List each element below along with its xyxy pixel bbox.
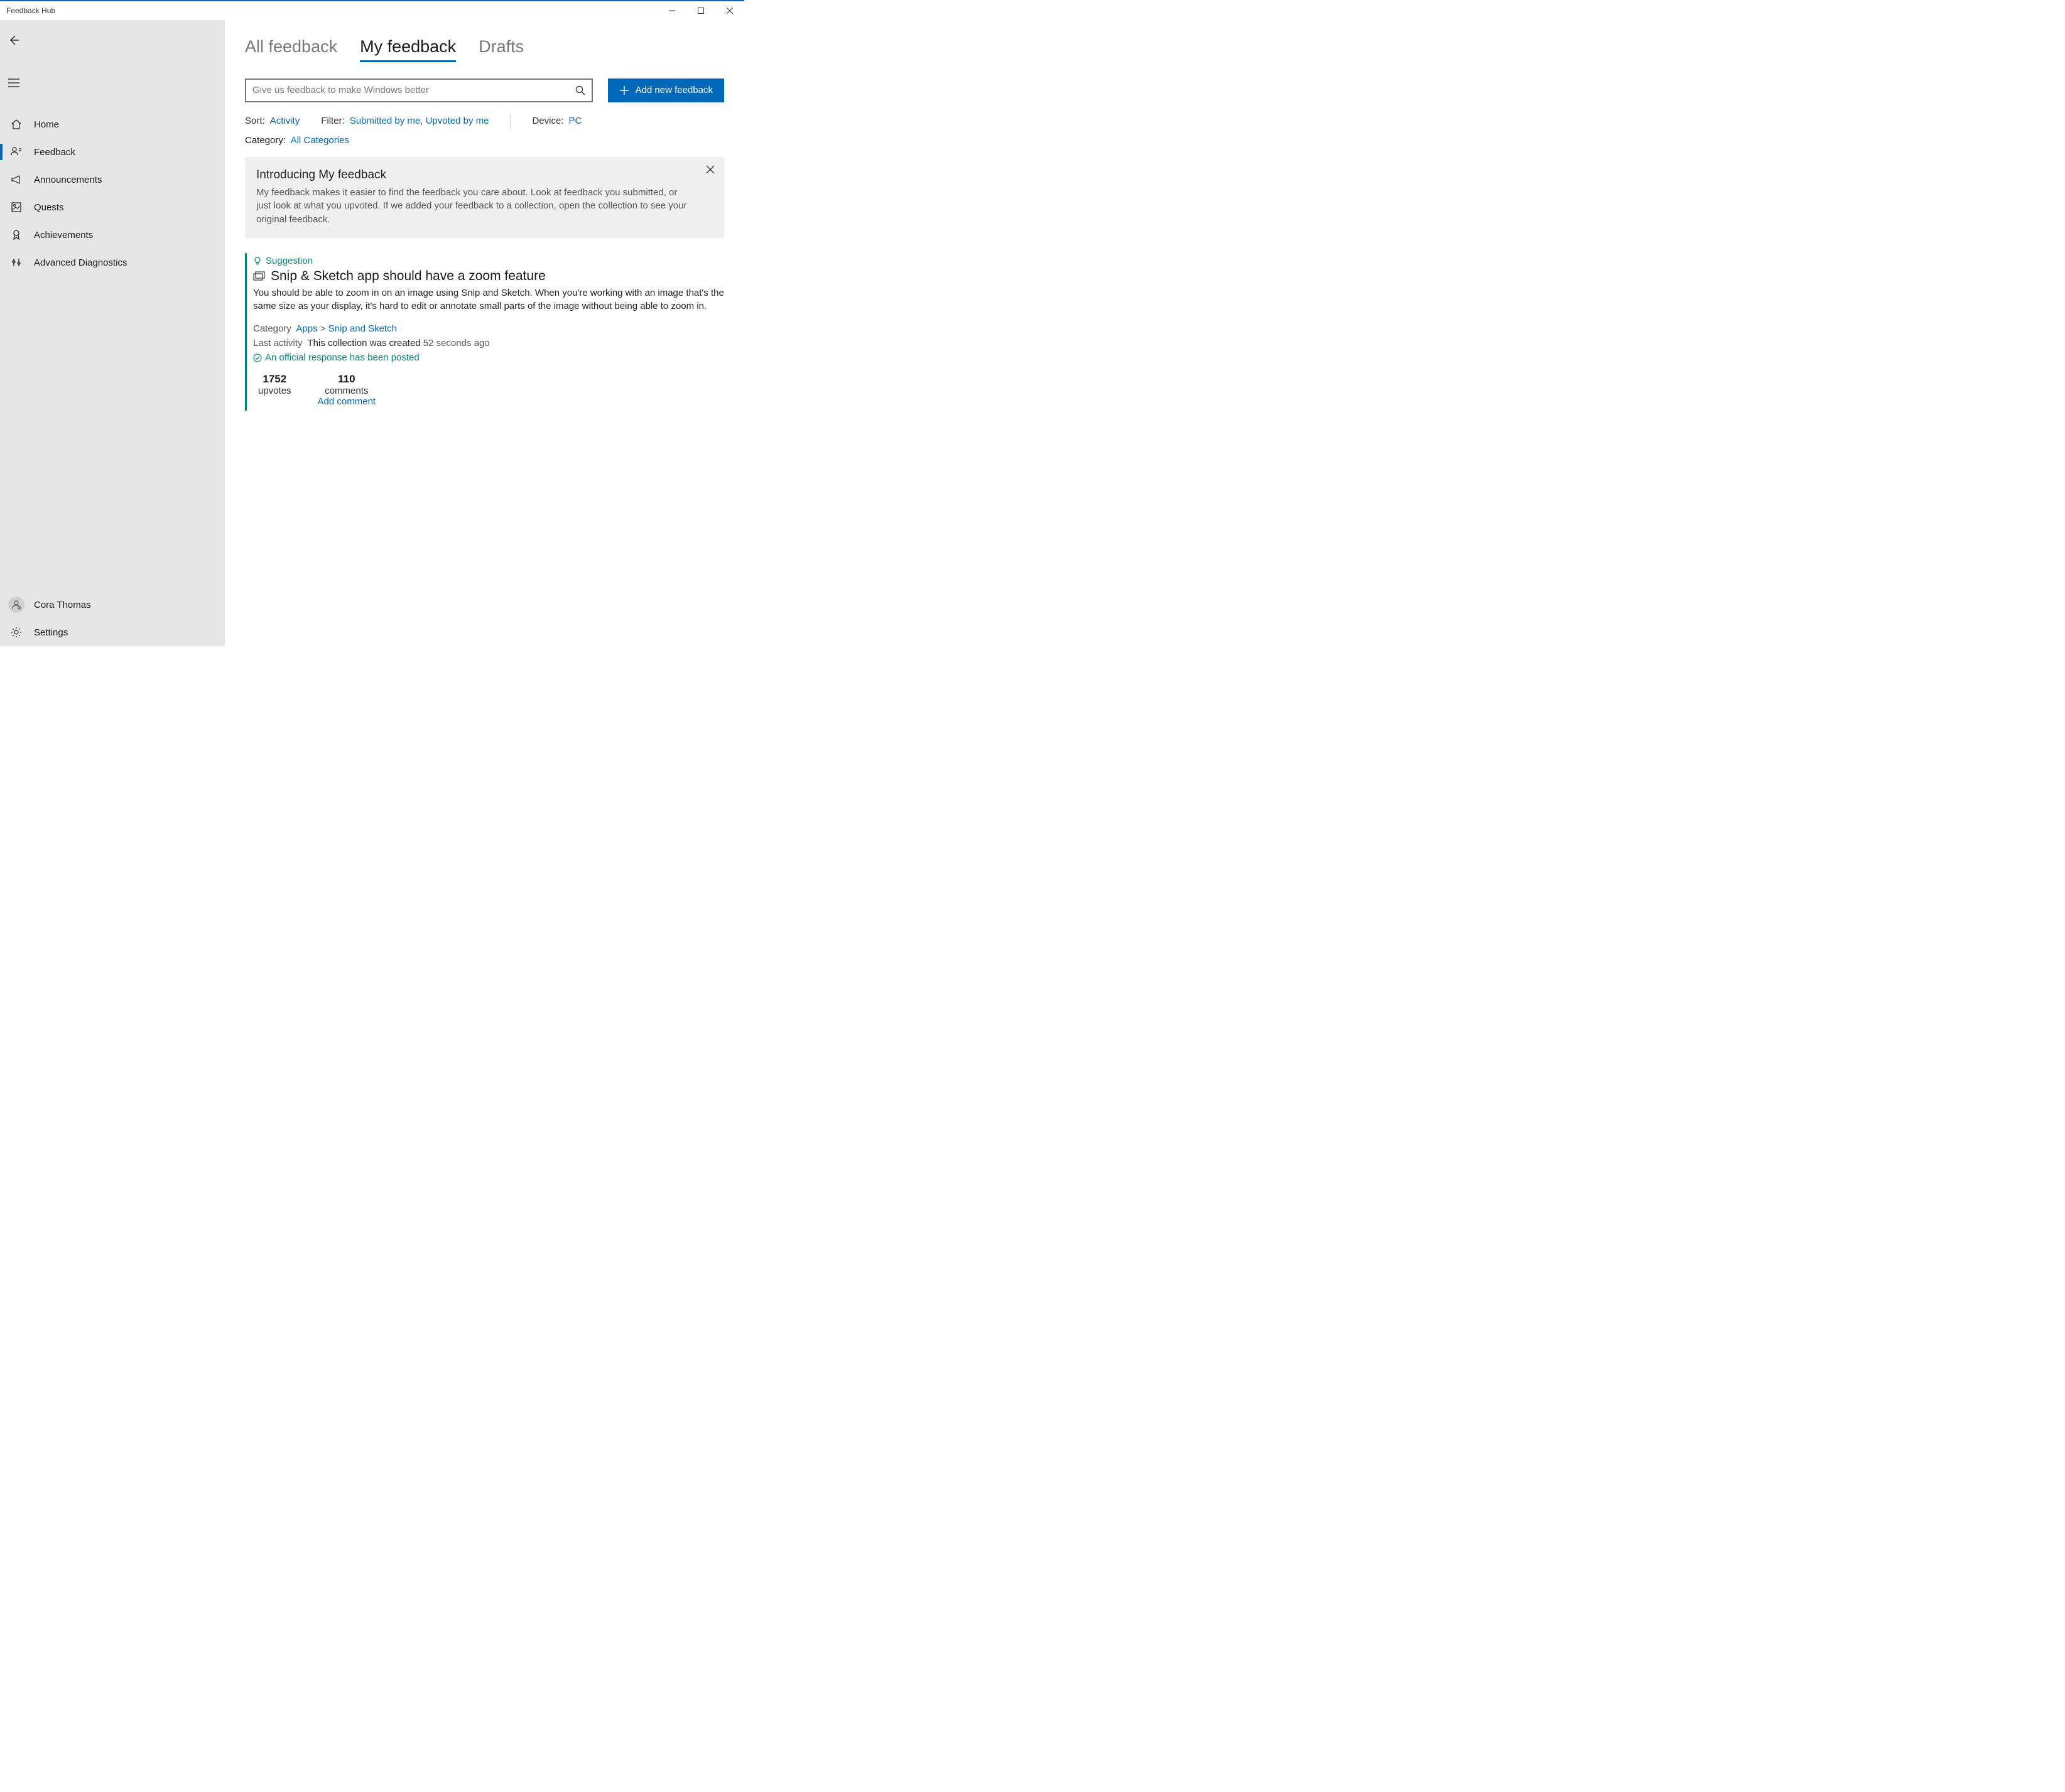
sort-filter[interactable]: Sort: Activity (245, 116, 300, 126)
tab-drafts[interactable]: Drafts (479, 38, 524, 62)
close-icon (706, 165, 715, 174)
official-response-link[interactable]: An official response has been posted (253, 350, 420, 365)
titlebar: Feedback Hub (0, 1, 744, 20)
tabs: All feedback My feedback Drafts (245, 38, 724, 62)
person-icon (11, 600, 21, 610)
device-filter[interactable]: Device: PC (532, 116, 582, 126)
tools-icon (10, 256, 23, 269)
megaphone-icon (10, 173, 23, 186)
feedback-activity-row: Last activity This collection was create… (253, 336, 724, 350)
sidebar-item-label: Announcements (34, 175, 102, 185)
feedback-card[interactable]: Suggestion Snip & Sketch app should have… (245, 253, 724, 411)
sidebar-item-diagnostics[interactable]: Advanced Diagnostics (0, 249, 225, 276)
avatar (8, 596, 24, 613)
back-arrow-icon (8, 35, 19, 46)
upvotes-stat[interactable]: 1752 upvotes (258, 373, 291, 407)
sidebar-item-user[interactable]: Cora Thomas (0, 591, 225, 618)
tab-all-feedback[interactable]: All feedback (245, 38, 337, 62)
ribbon-icon (10, 229, 23, 241)
sidebar: Home Feedback Announcements Quests (0, 20, 225, 646)
close-icon (727, 8, 733, 14)
search-box[interactable] (245, 78, 593, 102)
add-feedback-label: Add new feedback (636, 85, 713, 95)
sidebar-item-announcements[interactable]: Announcements (0, 166, 225, 193)
minimize-icon (669, 8, 675, 14)
main-content: All feedback My feedback Drafts Add new … (225, 20, 744, 646)
filter-separator (510, 115, 511, 127)
gear-icon (10, 626, 23, 639)
sidebar-item-label: Settings (34, 627, 68, 638)
back-button[interactable] (0, 26, 28, 54)
maximize-icon (698, 8, 704, 14)
home-icon (10, 118, 23, 131)
search-icon[interactable] (575, 85, 585, 95)
comments-stat: 110 comments Add comment (318, 373, 376, 407)
app-title: Feedback Hub (0, 6, 55, 15)
sidebar-user-name: Cora Thomas (34, 600, 91, 610)
category-link-apps[interactable]: Apps (296, 323, 317, 334)
search-input[interactable] (252, 85, 575, 95)
info-banner: Introducing My feedback My feedback make… (245, 157, 724, 238)
add-feedback-button[interactable]: Add new feedback (608, 78, 724, 102)
feedback-description: You should be able to zoom in on an imag… (253, 286, 724, 313)
sidebar-item-achievements[interactable]: Achievements (0, 221, 225, 249)
info-title: Introducing My feedback (256, 168, 694, 182)
close-button[interactable] (715, 1, 744, 20)
category-link-snip[interactable]: Snip and Sketch (328, 323, 397, 334)
category-filter[interactable]: Category: All Categories (245, 135, 349, 146)
plus-icon (619, 85, 629, 95)
info-body: My feedback makes it easier to find the … (256, 186, 694, 227)
sidebar-item-home[interactable]: Home (0, 111, 225, 138)
sidebar-item-label: Feedback (34, 147, 75, 158)
minimize-button[interactable] (658, 1, 686, 20)
sidebar-item-feedback[interactable]: Feedback (0, 138, 225, 166)
sidebar-item-settings[interactable]: Settings (0, 618, 225, 646)
filter-filter[interactable]: Filter: Submitted by me, Upvoted by me (321, 116, 489, 126)
sidebar-item-quests[interactable]: Quests (0, 193, 225, 221)
map-icon (10, 201, 23, 213)
lightbulb-icon (253, 256, 262, 265)
feedback-category-row: Category Apps > Snip and Sketch (253, 321, 724, 336)
add-comment-link[interactable]: Add comment (318, 396, 376, 407)
hamburger-icon (8, 78, 19, 87)
sidebar-item-label: Achievements (34, 230, 93, 240)
feedback-title: Snip & Sketch app should have a zoom fea… (271, 269, 546, 284)
maximize-button[interactable] (686, 1, 715, 20)
sidebar-item-label: Advanced Diagnostics (34, 257, 127, 268)
sidebar-item-label: Home (34, 119, 59, 130)
feedback-icon (10, 146, 23, 158)
checkmark-circle-icon (253, 354, 262, 362)
collection-icon (253, 271, 266, 281)
hamburger-button[interactable] (0, 69, 28, 97)
feedback-tag: Suggestion (266, 256, 313, 266)
info-close-button[interactable] (704, 163, 717, 176)
sidebar-item-label: Quests (34, 202, 64, 213)
tab-my-feedback[interactable]: My feedback (360, 38, 456, 62)
